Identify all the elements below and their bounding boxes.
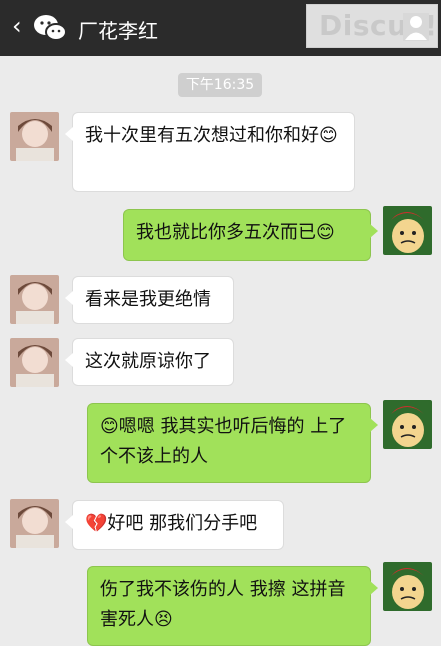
- smile-emoji: 😊: [100, 416, 119, 437]
- contact-avatar[interactable]: [10, 112, 59, 161]
- contact-avatar[interactable]: [10, 275, 59, 324]
- message-text: 我十次里有五次想过和你和好: [85, 125, 319, 146]
- message-bubble[interactable]: 这次就原谅你了: [65, 338, 234, 386]
- profile-icon[interactable]: [403, 13, 429, 41]
- message-text: 这次就原谅你了: [85, 351, 211, 372]
- broken-heart-emoji: 💔: [85, 513, 108, 534]
- chevron-left-icon[interactable]: ‹: [12, 12, 22, 40]
- message-text: 伤了我不该伤的人 我擦 这拼音害死人: [100, 579, 346, 630]
- my-avatar[interactable]: [383, 206, 432, 255]
- message-text: 嗯嗯 我其实也听后悔的 上了个不该上的人: [100, 416, 347, 467]
- watermark-logo: Discuz!: [306, 4, 438, 48]
- wechat-icon: [34, 15, 67, 41]
- contact-avatar[interactable]: [10, 338, 59, 387]
- grimace-emoji: 😣: [154, 609, 173, 630]
- message-bubble[interactable]: 看来是我更绝情: [65, 276, 234, 324]
- message-bubble[interactable]: 💔好吧 那我们分手吧: [65, 500, 284, 550]
- message-text: 我也就比你多五次而已: [136, 222, 316, 243]
- smile-emoji: 😊: [319, 125, 338, 146]
- message-bubble[interactable]: 😊嗯嗯 我其实也听后悔的 上了个不该上的人: [87, 403, 378, 483]
- message-bubble[interactable]: 伤了我不该伤的人 我擦 这拼音害死人😣: [87, 566, 378, 646]
- chat-title: 厂花李红: [78, 19, 158, 43]
- message-text: 好吧 那我们分手吧: [107, 513, 258, 534]
- contact-avatar[interactable]: [10, 499, 59, 548]
- my-avatar[interactable]: [383, 400, 432, 449]
- message-bubble[interactable]: 我十次里有五次想过和你和好😊: [65, 112, 355, 192]
- chat-header: ‹ 厂花李红 Discuz!: [0, 0, 441, 56]
- my-avatar[interactable]: [383, 562, 432, 611]
- message-timestamp: 下午16:35: [178, 73, 262, 97]
- message-text: 看来是我更绝情: [85, 289, 211, 310]
- message-bubble[interactable]: 我也就比你多五次而已😊: [123, 209, 378, 261]
- smile-emoji: 😊: [316, 222, 335, 243]
